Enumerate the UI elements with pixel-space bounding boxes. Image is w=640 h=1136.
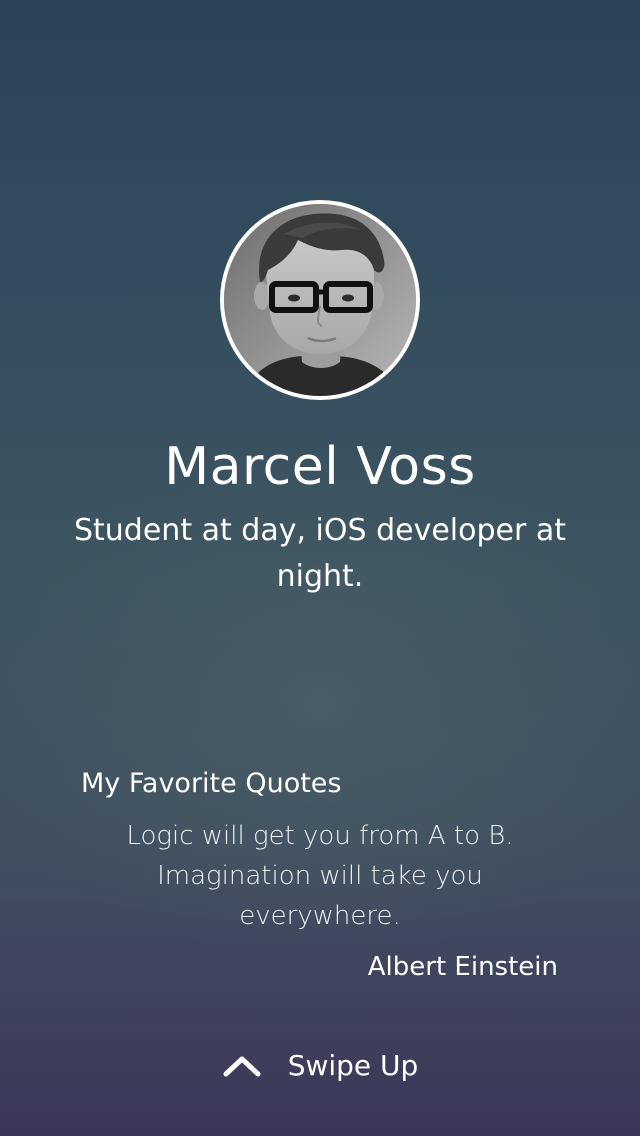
quotes-heading: My Favorite Quotes — [81, 768, 342, 799]
quote-author: Albert Einstein — [367, 952, 558, 982]
profile-screen: Marcel Voss Student at day, iOS develope… — [0, 0, 640, 1136]
quote-text: Logic will get you from A to B. Imaginat… — [126, 821, 514, 931]
profile-name: Marcel Voss — [164, 437, 476, 497]
swipe-up-control[interactable]: Swipe Up — [0, 1044, 640, 1088]
swipe-up-label: Swipe Up — [287, 1049, 419, 1082]
avatar-photo — [224, 204, 416, 396]
chevron-up-icon — [223, 1056, 261, 1077]
profile-tagline: Student at day, iOS developer at night. — [73, 513, 566, 594]
avatar[interactable] — [220, 200, 420, 400]
